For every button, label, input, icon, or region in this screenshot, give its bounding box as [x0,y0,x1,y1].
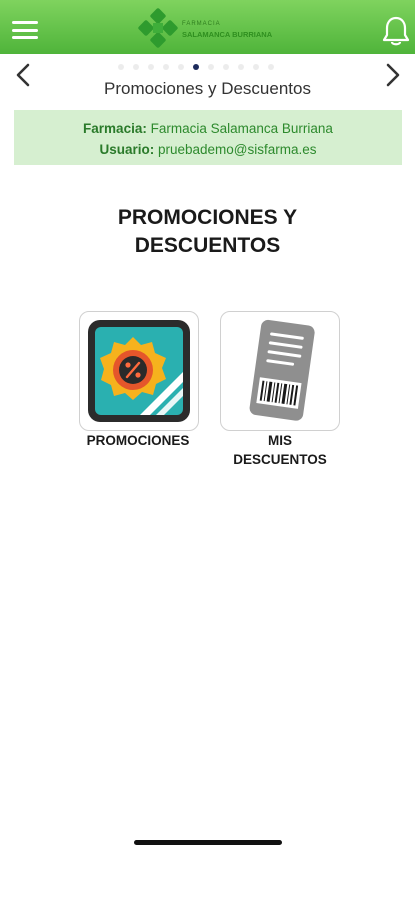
usuario-value: pruebademo@sisfarma.es [158,142,317,157]
promociones-button[interactable] [79,311,199,431]
carousel-dots [118,64,283,70]
app-header: FARMACIA SALAMANCA BURRIANA [0,0,415,54]
usuario-label: Usuario: [99,142,155,157]
carousel-dot[interactable] [193,64,199,70]
carousel-dot[interactable] [163,64,169,70]
user-info-box: Farmacia: Farmacia Salamanca Burriana Us… [14,110,402,165]
carousel-dot[interactable] [148,64,154,70]
carousel-dot[interactable] [208,64,214,70]
mis-descuentos-label-line1: MIS [267,433,292,448]
section-title-line2: DESCUENTOS [134,234,281,257]
page-title: Promociones y Descuentos [104,79,311,98]
mis-descuentos-label-line2: DESCUENTOS [233,452,327,467]
carousel-dot[interactable] [238,64,244,70]
promociones-label[interactable]: PROMOCIONES [70,431,206,450]
barcode-card-icon [249,319,315,421]
section-title-line1: PROMOCIONES Y [117,206,298,229]
carousel-dot[interactable] [178,64,184,70]
pharmacy-cross-icon [138,8,178,48]
mis-descuentos-label[interactable]: MIS DESCUENTOS [210,431,350,469]
hamburger-menu-icon[interactable] [12,21,38,39]
percent-badge-icon [88,320,190,422]
farmacia-value: Farmacia Salamanca Burriana [150,121,333,136]
farmacia-label: Farmacia: [83,121,147,136]
usuario-line: Usuario: pruebademo@sisfarma.es [14,142,402,157]
carousel-dot[interactable] [253,64,259,70]
carousel-dot[interactable] [118,64,124,70]
farmacia-line: Farmacia: Farmacia Salamanca Burriana [14,121,402,136]
mis-descuentos-button[interactable] [220,311,340,431]
logo-subtext: FARMACIA [182,21,221,27]
logo-text: SALAMANCA BURRIANA [182,30,273,39]
carousel-dot[interactable] [133,64,139,70]
pharmacy-logo: FARMACIA SALAMANCA BURRIANA [138,8,288,48]
bell-icon[interactable] [382,15,410,47]
carousel-dot[interactable] [268,64,274,70]
section-title: PROMOCIONES Y DESCUENTOS [0,204,415,260]
carousel-dot[interactable] [223,64,229,70]
home-indicator[interactable] [134,840,282,845]
